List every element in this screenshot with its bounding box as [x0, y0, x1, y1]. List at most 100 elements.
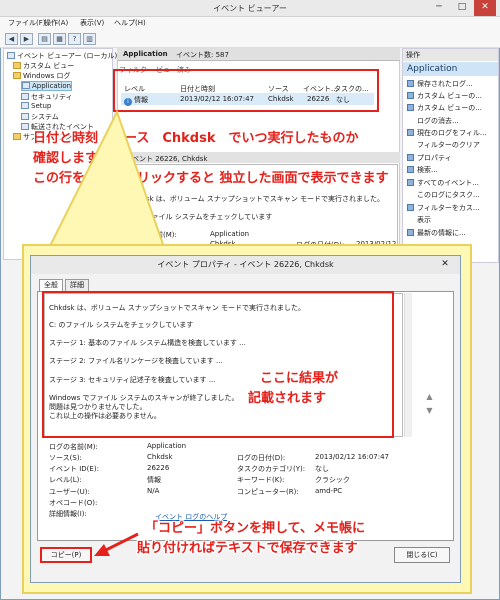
prop-label: ログの名前(M): — [49, 443, 98, 451]
menu-view[interactable]: 表示(V) — [80, 18, 104, 28]
save-icon — [407, 179, 414, 186]
annotation-date-source: 日付と時刻 ソース Chkdsk でいつ実行したものか — [33, 131, 359, 146]
action-item[interactable]: カスタム ビューの... — [407, 103, 482, 113]
annotation-confirm: 確認します。 — [33, 151, 110, 166]
prop-label: 詳細情報(I): — [49, 510, 87, 518]
filter-icon — [407, 92, 414, 99]
prop-value: 情報 — [147, 476, 161, 484]
tree-item-system[interactable]: システム — [21, 112, 59, 122]
actions-title: 操作 — [403, 49, 498, 61]
log-icon — [21, 123, 29, 130]
prop-value: 26226 — [147, 464, 170, 472]
open-log-icon — [407, 80, 414, 87]
close-button[interactable]: ✕ — [474, 0, 496, 16]
help-icon[interactable]: ? — [68, 33, 81, 45]
event-count: イベント数: 587 — [176, 51, 229, 59]
folder-icon — [13, 133, 21, 140]
folder-icon — [13, 72, 21, 79]
tree-item-setup[interactable]: Setup — [21, 102, 51, 110]
action-item[interactable]: ログの消去... — [407, 116, 459, 126]
annotation-result-1: ここに結果が — [260, 371, 339, 386]
annotation-copy-2: 貼り付ければテキストで保存できます — [137, 541, 358, 556]
task-icon — [407, 204, 414, 211]
result-highlight-box — [42, 291, 394, 438]
dialog-close-button[interactable]: 閉じる(C) — [394, 547, 450, 563]
row-highlight-box — [113, 69, 379, 112]
tree-item-security[interactable]: セキュリティ — [21, 92, 73, 102]
action-item[interactable]: プロパティ — [407, 153, 452, 163]
prop-value: なし — [315, 465, 329, 473]
action-item[interactable]: 最新の情報に... — [407, 228, 466, 238]
prop-value: Chkdsk — [147, 453, 173, 461]
prop-label: ソース(S): — [49, 454, 82, 462]
prop-value: Application — [147, 442, 187, 450]
log-icon — [21, 102, 29, 109]
log-name-header: Application — [123, 50, 168, 58]
menu-bar — [0, 17, 500, 31]
tree-item-custom-views[interactable]: カスタム ビュー — [13, 61, 74, 71]
window-title: イベント ビューアー — [213, 4, 287, 13]
panel-icon[interactable]: ▥ — [83, 33, 96, 45]
detail-title: イベント 26226, Chkdsk — [125, 155, 208, 163]
action-item[interactable]: すべてのイベント... — [407, 178, 479, 188]
annotation-double-click: この行をダブルクリックすると 独立した画面で表示できます — [33, 171, 389, 186]
detail-label-1: ログの名前(M): — [128, 231, 177, 239]
dialog-title: イベント プロパティ - イベント 26226, Chkdsk — [31, 256, 460, 274]
detail-text-1: Chkdsk は、ボリューム スナップショットでスキャン モードで実行されました… — [128, 195, 384, 203]
event-viewer-icon — [7, 52, 15, 59]
import-icon — [407, 104, 414, 111]
prop-label: タスクのカテゴリ(Y): — [237, 465, 306, 473]
minimize-button[interactable]: ─ — [428, 0, 450, 16]
prop-label: コンピューター(R): — [237, 488, 299, 496]
folder-icon[interactable]: ▤ — [38, 33, 51, 45]
dialog-close-icon[interactable]: ✕ — [433, 257, 457, 272]
menu-action[interactable]: 操作(A) — [44, 18, 68, 28]
properties-icon — [407, 154, 414, 161]
tree-item-windows-logs[interactable]: Windows ログ — [13, 71, 70, 81]
annotation-copy-1: 「コピー」ボタンを押して、メモ帳に — [145, 521, 365, 536]
action-item[interactable]: このログにタスク... — [407, 190, 480, 200]
action-item[interactable]: 保存されたログ... — [407, 79, 473, 89]
message-scrollbar[interactable] — [404, 293, 412, 437]
tree-item-application[interactable]: Application — [21, 81, 73, 91]
prop-value: amd-PC — [315, 487, 343, 495]
prop-value: 2013/02/12 16:07:47 — [315, 453, 390, 461]
tab-general[interactable]: 全般 — [39, 279, 63, 291]
action-item[interactable]: フィルターのクリア — [407, 140, 480, 150]
find-icon — [407, 166, 414, 173]
arrow-to-copy-icon — [94, 532, 139, 556]
action-item[interactable]: 現在のログをフィル... — [407, 128, 487, 138]
log-icon — [22, 82, 30, 89]
actions-section-header[interactable]: Application — [403, 62, 498, 76]
menu-help[interactable]: ヘルプ(H) — [114, 18, 146, 28]
detail-text-2: C: のファイル システムをチェックしています — [128, 213, 273, 221]
action-item[interactable]: 検索... — [407, 165, 438, 175]
action-item[interactable]: 表示 — [407, 215, 431, 225]
log-icon — [21, 113, 29, 120]
prop-label: ログの日付(D): — [237, 454, 286, 462]
action-item[interactable]: カスタム ビューの... — [407, 91, 482, 101]
prop-label: キーワード(K): — [237, 476, 285, 484]
filter-icon — [407, 129, 414, 136]
prop-label: イベント ID(E): — [49, 465, 99, 473]
back-icon[interactable]: ◀ — [5, 33, 18, 45]
tree-item-root[interactable]: イベント ビューアー (ローカル) — [7, 51, 117, 61]
copy-button[interactable]: コピー(P) — [40, 547, 92, 563]
folder-icon — [13, 62, 21, 69]
scroll-up-icon[interactable]: ▲ — [423, 391, 436, 404]
log-icon — [21, 93, 29, 100]
prop-label: ユーザー(U): — [49, 488, 90, 496]
prop-value: N/A — [147, 487, 160, 495]
annotation-result-2: 記載されます — [248, 391, 327, 406]
properties-icon[interactable]: ▦ — [53, 33, 66, 45]
forward-icon[interactable]: ▶ — [20, 33, 33, 45]
maximize-button[interactable]: □ — [451, 0, 473, 16]
action-item[interactable]: フィルターをカス... — [407, 203, 480, 213]
prop-label: レベル(L): — [49, 476, 82, 484]
prop-label: オペコード(O): — [49, 499, 98, 507]
menu-file[interactable]: ファイル(F) — [8, 18, 46, 28]
refresh-icon — [407, 229, 414, 236]
detail-value-1: Application — [210, 230, 250, 238]
tab-details[interactable]: 詳細 — [65, 279, 89, 291]
scroll-down-icon[interactable]: ▼ — [423, 405, 436, 418]
